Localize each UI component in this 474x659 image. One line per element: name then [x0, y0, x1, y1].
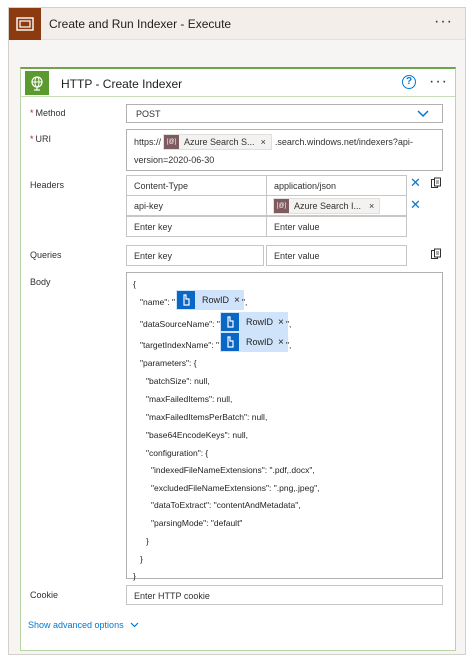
expression-icon: [@]	[274, 199, 289, 213]
uri-prefix: https://	[134, 137, 162, 147]
remove-header-1-icon[interactable]: ✕	[410, 175, 421, 191]
body-line: "parsingMode": "default"	[151, 518, 243, 528]
scope-icon	[9, 8, 41, 40]
body-line: }	[146, 536, 149, 546]
expression-icon: [@]	[164, 135, 180, 149]
cookie-label: Cookie	[30, 590, 59, 600]
body-label: Body	[30, 277, 51, 287]
cookie-input[interactable]: Enter HTTP cookie	[126, 585, 443, 605]
body-line: {	[133, 279, 136, 289]
body-line: "configuration": {	[146, 448, 209, 458]
body-line: "dataToExtract": "contentAndMetadata",	[151, 500, 301, 510]
body-line: ",	[286, 319, 292, 329]
body-line: ",	[242, 297, 248, 307]
scope-title: Create and Run Indexer - Execute	[49, 17, 232, 31]
header-key-input[interactable]: Enter key	[126, 216, 267, 237]
rowid-token[interactable]: RowID ×	[220, 312, 288, 332]
close-icon[interactable]: ×	[234, 295, 240, 306]
rowid-token[interactable]: RowID ×	[220, 332, 288, 352]
show-advanced-options-link[interactable]: Show advanced options	[28, 620, 139, 630]
switch-text-mode-icon[interactable]	[430, 177, 442, 189]
queries-label: Queries	[30, 250, 62, 260]
header-key-1[interactable]: Content-Type	[126, 175, 267, 196]
uri-suffix: .search.windows.net/indexers?api-	[274, 137, 413, 147]
body-line: }	[140, 554, 143, 564]
method-select[interactable]: POST	[126, 104, 443, 123]
api-key-token-label: Azure Search I...	[294, 201, 362, 211]
query-value-input[interactable]: Enter value	[266, 245, 407, 266]
body-line: "base64EncodeKeys": null,	[146, 430, 248, 440]
method-value: POST	[136, 109, 161, 119]
body-line: ",	[286, 340, 292, 350]
body-line: "excludedFileNameExtensions": ".png,.jpe…	[151, 483, 320, 493]
header-value-1[interactable]: application/json	[266, 175, 407, 196]
rowid-token-label: RowID	[246, 337, 274, 347]
row-icon	[221, 313, 239, 331]
globe-icon	[25, 71, 49, 95]
rowid-token[interactable]: RowID ×	[176, 290, 244, 310]
body-line: }	[133, 571, 136, 581]
rowid-token-label: RowID	[202, 295, 230, 305]
body-line: "maxFailedItemsPerBatch": null,	[146, 412, 268, 422]
scope-menu-icon[interactable]: ···	[434, 14, 453, 30]
api-key-token[interactable]: [@] Azure Search I... ×	[273, 198, 381, 214]
action-header[interactable]: HTTP - Create Indexer ? ···	[21, 69, 455, 97]
remove-header-2-icon[interactable]: ✕	[410, 197, 421, 213]
chevron-down-icon	[130, 622, 139, 628]
uri-line2: version=2020-06-30	[134, 155, 215, 165]
help-icon[interactable]: ?	[402, 75, 416, 89]
row-icon	[221, 333, 239, 351]
row-icon	[177, 291, 195, 309]
switch-text-mode-icon[interactable]	[430, 248, 442, 260]
close-icon[interactable]: ×	[369, 201, 374, 211]
query-key-input[interactable]: Enter key	[126, 245, 264, 266]
body-line: "maxFailedItems": null,	[146, 394, 233, 404]
body-line: "dataSourceName": "	[140, 319, 220, 329]
uri-label: * URI	[30, 134, 52, 144]
header-value-input[interactable]: Enter value	[266, 216, 407, 237]
body-line: "name": "	[140, 297, 176, 307]
body-line: "indexedFileNameExtensions": ".pdf,.docx…	[151, 465, 315, 475]
close-icon[interactable]: ×	[278, 337, 284, 348]
advanced-options-label: Show advanced options	[28, 620, 124, 630]
uri-token[interactable]: [@] Azure Search S... ×	[163, 134, 272, 150]
chevron-down-icon	[417, 110, 429, 118]
close-icon[interactable]: ×	[278, 317, 284, 328]
action-title: HTTP - Create Indexer	[61, 77, 183, 91]
body-line: "targetIndexName": "	[140, 340, 219, 350]
close-icon[interactable]: ×	[261, 137, 266, 147]
action-menu-icon[interactable]: ···	[429, 74, 448, 90]
header-value-2[interactable]: [@] Azure Search I... ×	[266, 195, 407, 216]
headers-label: Headers	[30, 180, 65, 190]
header-key-2[interactable]: api-key	[126, 195, 267, 216]
body-line: "batchSize": null,	[146, 376, 210, 386]
uri-input[interactable]: https:// [@] Azure Search S... × .search…	[126, 129, 443, 171]
uri-token-label: Azure Search S...	[184, 137, 255, 147]
scope-header[interactable]: Create and Run Indexer - Execute ···	[9, 8, 465, 40]
rowid-token-label: RowID	[246, 317, 274, 327]
body-line: "parameters": {	[140, 358, 197, 368]
method-label: * Method	[30, 108, 66, 118]
